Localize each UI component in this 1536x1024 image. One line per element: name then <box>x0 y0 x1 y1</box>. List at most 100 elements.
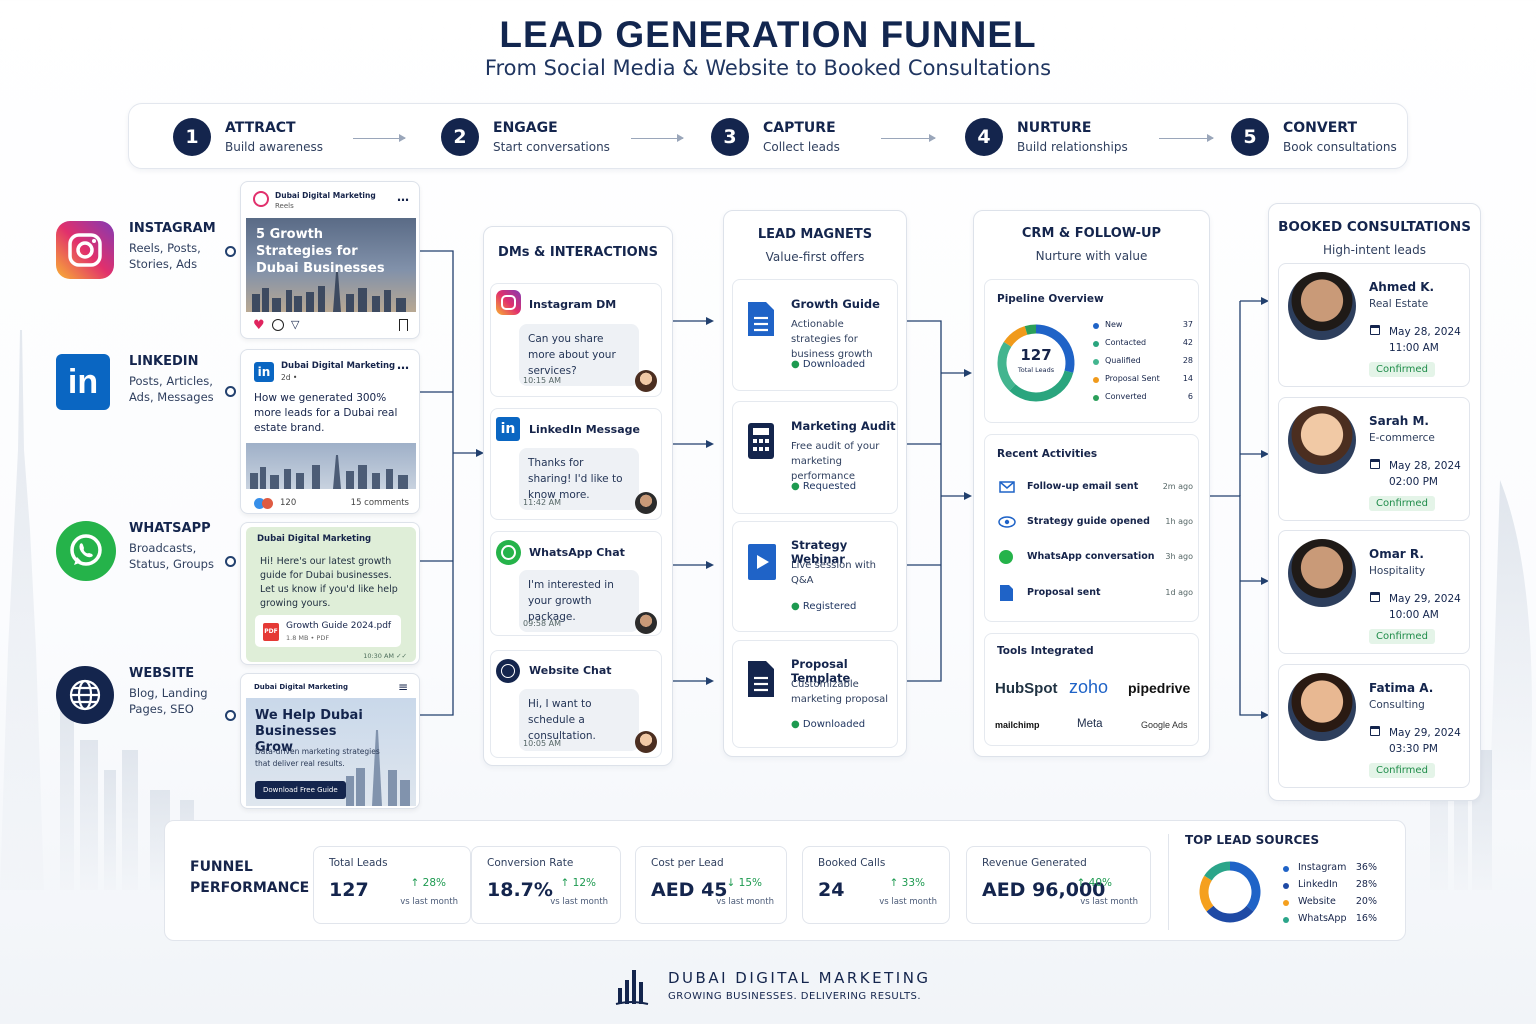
magnet-proposal-template[interactable]: Proposal Template Customizable marketing… <box>732 640 898 748</box>
instagram-post-preview[interactable]: Dubai Digital Marketing Reels … 5 Growth… <box>240 181 420 339</box>
linkedin-post-preview[interactable]: in Dubai Digital Marketing 2d • … How we… <box>240 349 420 514</box>
heart-icon[interactable]: ♥ <box>253 318 265 333</box>
connector-dot <box>225 710 236 721</box>
skyline-left-decoration <box>0 330 194 890</box>
download-guide-button[interactable]: Download Free Guide <box>255 781 346 799</box>
linkedin-icon: in <box>496 417 520 441</box>
account-avatar <box>253 191 269 207</box>
eye-icon <box>998 516 1016 528</box>
check-icon: ● <box>791 359 800 370</box>
linkedin-icon: in <box>254 362 274 382</box>
donut-segment <box>1229 861 1261 912</box>
booking-date: May 28, 2024 <box>1389 326 1461 338</box>
arrow-down-icon: ↓ <box>726 877 736 889</box>
activity-row[interactable]: Follow-up email sent 2m ago <box>997 479 1193 499</box>
document-icon <box>748 302 774 336</box>
booking-card[interactable]: Fatima A. Consulting May 29, 2024 03:30 PM C… <box>1278 664 1470 788</box>
whatsapp-message-preview[interactable]: Dubai Digital Marketing Hi! Here's our l… <box>240 522 420 665</box>
magnet-desc: Free audit of your marketing performance <box>791 441 880 482</box>
globe-icon <box>496 659 520 683</box>
booking-card[interactable]: Ahmed K. Real Estate May 28, 2024 11:00 AM C… <box>1278 263 1470 387</box>
check-icon: ● <box>791 719 800 730</box>
status-badge: Confirmed <box>1369 763 1435 778</box>
client-industry: E-commerce <box>1369 432 1435 444</box>
step-subtitle: Build relationships <box>1017 140 1128 154</box>
menu-icon[interactable]: ≡ <box>398 680 408 694</box>
more-icon[interactable]: … <box>397 190 409 204</box>
post-headline: 5 Growth Strategies for Dubai Businesses <box>256 227 385 276</box>
legend-dot <box>1093 323 1099 329</box>
avatar <box>635 370 657 392</box>
channel-whatsapp: WHATSAPP Broadcasts, Status, Groups <box>56 521 214 581</box>
booking-datetime: May 28, 2024 11:00 AM <box>1389 324 1461 356</box>
website-preview[interactable]: Dubai Digital Marketing ≡ We Help Dubai … <box>240 673 420 809</box>
step-title: CONVERT <box>1283 120 1357 136</box>
magnet-marketing-audit[interactable]: Marketing Audit Free audit of your marke… <box>732 401 898 514</box>
activity-text: WhatsApp conversation <box>1027 551 1155 562</box>
legend-label: Instagram <box>1298 862 1347 873</box>
status-badge: Confirmed <box>1369 362 1435 377</box>
pdf-icon: PDF <box>263 623 279 641</box>
legend-row: Instagram 36% <box>1283 862 1383 876</box>
linkedin-icon: in <box>56 354 110 410</box>
step-arrow <box>881 134 936 142</box>
share-icon[interactable]: ▽ <box>291 318 299 331</box>
globe-icon <box>56 666 114 724</box>
booking-datetime: May 28, 2024 02:00 PM <box>1389 458 1461 490</box>
legend-label: Website <box>1298 896 1336 907</box>
funnel-steps-bar: 1 ATTRACT Build awareness 2 ENGAGE Start c… <box>128 103 1408 169</box>
file-meta: 1.8 MB • PDF <box>286 634 330 642</box>
legend-label: WhatsApp <box>1298 913 1347 924</box>
more-icon[interactable]: … <box>397 358 409 372</box>
performance-title-line: PERFORMANCE <box>190 880 310 896</box>
channel-name: LINKEDIN <box>129 354 199 369</box>
whatsapp-icon <box>999 550 1013 564</box>
connector-dot <box>225 556 236 567</box>
magnet-strategy-webinar[interactable]: Strategy Webinar Live session with Q&A ●… <box>732 521 898 632</box>
post-image: 5 Growth Strategies for Dubai Businesses <box>246 218 416 312</box>
legend-value: 28% <box>1355 879 1377 890</box>
legend-row: Converted 6 <box>1093 392 1193 406</box>
dm-card-instagram[interactable]: Instagram DM Can you share more about yo… <box>490 283 662 397</box>
kpi-note: vs last month <box>879 897 937 907</box>
legend-row: Contacted 42 <box>1093 338 1193 352</box>
dm-card-linkedin[interactable]: in LinkedIn Message Thanks for sharing! … <box>490 408 662 520</box>
comment-icon[interactable] <box>272 319 284 331</box>
connector-dot <box>225 246 236 257</box>
booking-time: 02:00 PM <box>1389 476 1438 488</box>
kpi-change: ↑ 28% <box>411 877 447 889</box>
kpi-change-value: 28% <box>422 877 446 889</box>
step-arrow <box>631 134 684 142</box>
legend-count: 37 <box>1182 320 1193 329</box>
step-convert: 5 CONVERT Book consultations <box>1231 118 1397 156</box>
booking-date: May 29, 2024 <box>1389 593 1461 605</box>
bookmark-icon[interactable] <box>399 319 408 331</box>
client-name: Omar R. <box>1369 547 1424 561</box>
channel-website: WEBSITE Blog, Landing Pages, SEO <box>56 666 208 724</box>
activity-row[interactable]: WhatsApp conversation 3h ago <box>997 549 1193 569</box>
step-number: 5 <box>1231 118 1269 156</box>
dm-channel: WhatsApp Chat <box>529 546 625 559</box>
brand-tagline: GROWING BUSINESSES. DELIVERING RESULTS. <box>668 991 922 1002</box>
status-text: Requested <box>802 481 857 492</box>
booking-card[interactable]: Sarah M. E-commerce May 28, 2024 02:00 PM Co… <box>1278 397 1470 521</box>
file-attachment[interactable]: PDF Growth Guide 2024.pdf 1.8 MB • PDF <box>255 615 401 647</box>
status-badge: Confirmed <box>1369 629 1435 644</box>
kpi-card: Conversion Rate 18.7% ↑ 12% vs last month <box>471 846 621 924</box>
activity-row[interactable]: Proposal sent 1d ago <box>997 585 1193 605</box>
kpi-change: ↑ 33% <box>890 877 926 889</box>
dm-time: 11:42 AM <box>523 498 561 507</box>
performance-title: FUNNEL PERFORMANCE <box>190 857 309 899</box>
activity-row[interactable]: Strategy guide opened 1h ago <box>997 514 1193 534</box>
kpi-label: Cost per Lead <box>651 857 724 869</box>
activity-text: Proposal sent <box>1027 587 1101 598</box>
dm-card-whatsapp[interactable]: WhatsApp Chat I'm interested in your gro… <box>490 531 662 636</box>
dm-card-website[interactable]: Website Chat Hi, I want to schedule a co… <box>490 650 662 758</box>
pipeline-overview: Pipeline Overview 127 Total Leads New 37 C… <box>984 279 1199 423</box>
status-badge: Confirmed <box>1369 496 1435 511</box>
booking-card[interactable]: Omar R. Hospitality May 29, 2024 10:00 AM Co… <box>1278 530 1470 654</box>
magnet-growth-guide[interactable]: Growth Guide Actionable strategies for b… <box>732 279 898 391</box>
legend-dot <box>1093 395 1099 401</box>
comment-count[interactable]: 15 comments <box>351 498 409 508</box>
calendar-icon <box>1370 592 1380 602</box>
